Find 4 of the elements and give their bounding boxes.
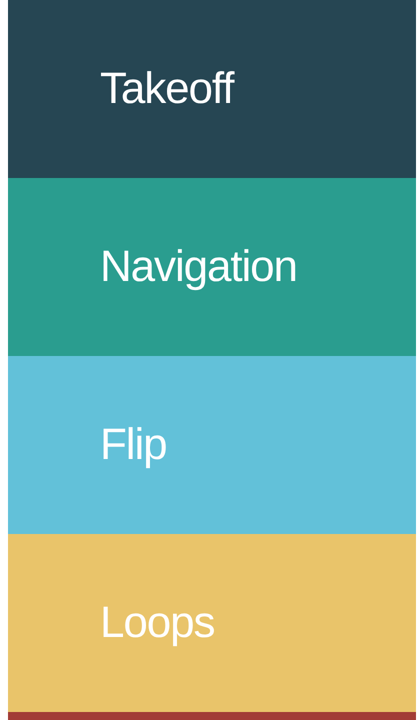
menu-item[interactable]: Navigation (8, 178, 416, 356)
menu-item[interactable]: Takeoff (8, 0, 416, 178)
menu-item[interactable]: Flip (8, 356, 416, 534)
menu-item[interactable]: Loops (8, 534, 416, 712)
